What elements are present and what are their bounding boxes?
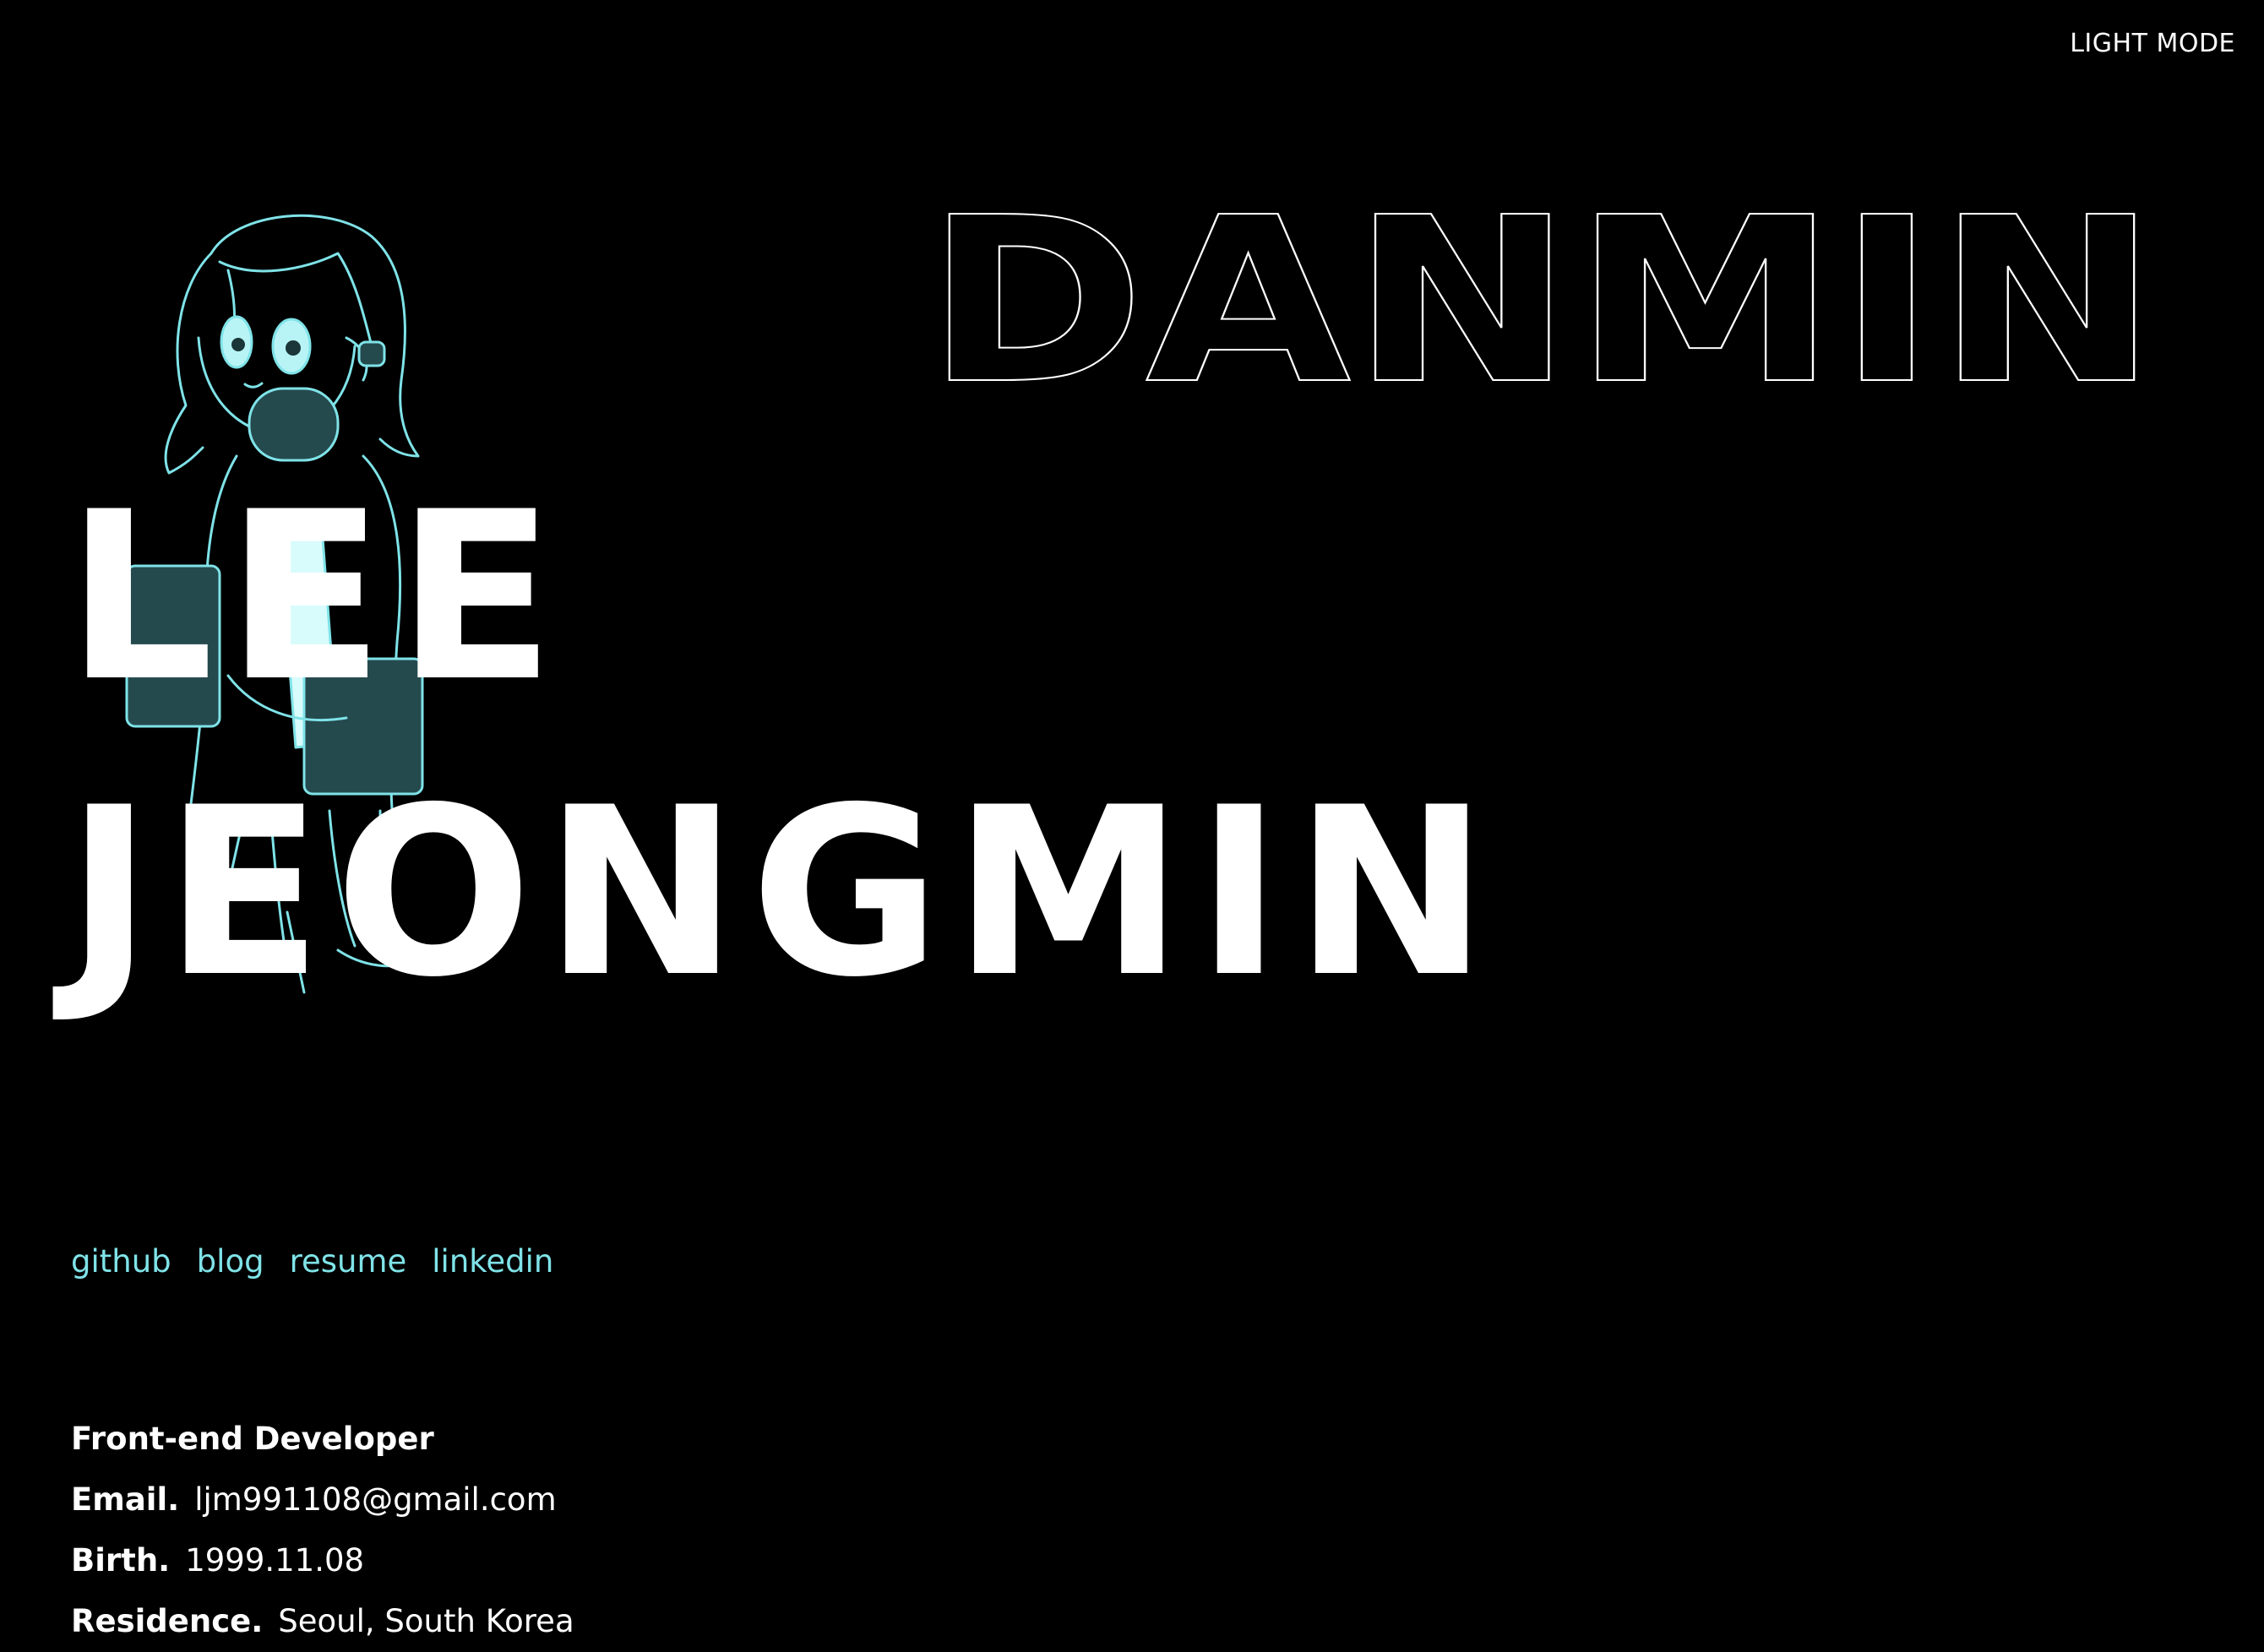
outline-title: DANMIN — [924, 167, 2192, 435]
residence-label: Residence. — [71, 1603, 264, 1639]
name-first-line: LEE — [66, 462, 567, 732]
residence-row: Residence. Seoul, South Korea — [71, 1591, 574, 1652]
role-text: Front-end Developer — [71, 1421, 434, 1457]
linkedin-link[interactable]: linkedin — [432, 1243, 553, 1280]
birth-value: 1999.11.08 — [185, 1542, 365, 1579]
outline-title-text: DANMIN — [925, 168, 2158, 434]
github-link[interactable]: github — [71, 1243, 171, 1280]
resume-link[interactable]: resume — [290, 1243, 407, 1280]
social-links: github blog resume linkedin — [71, 1243, 553, 1280]
email-row: Email. ljm991108@gmail.com — [71, 1470, 574, 1530]
email-value: ljm991108@gmail.com — [194, 1481, 557, 1518]
name-last-line: JEONGMIN — [66, 758, 1500, 1028]
birth-row: Birth. 1999.11.08 — [71, 1530, 574, 1591]
email-label: Email. — [71, 1481, 180, 1518]
birth-label: Birth. — [71, 1542, 171, 1579]
light-mode-toggle[interactable]: LIGHT MODE — [2070, 29, 2235, 58]
profile-info: Front-end Developer Email. ljm991108@gmai… — [71, 1409, 574, 1652]
blog-link[interactable]: blog — [197, 1243, 264, 1280]
residence-value: Seoul, South Korea — [278, 1603, 574, 1639]
